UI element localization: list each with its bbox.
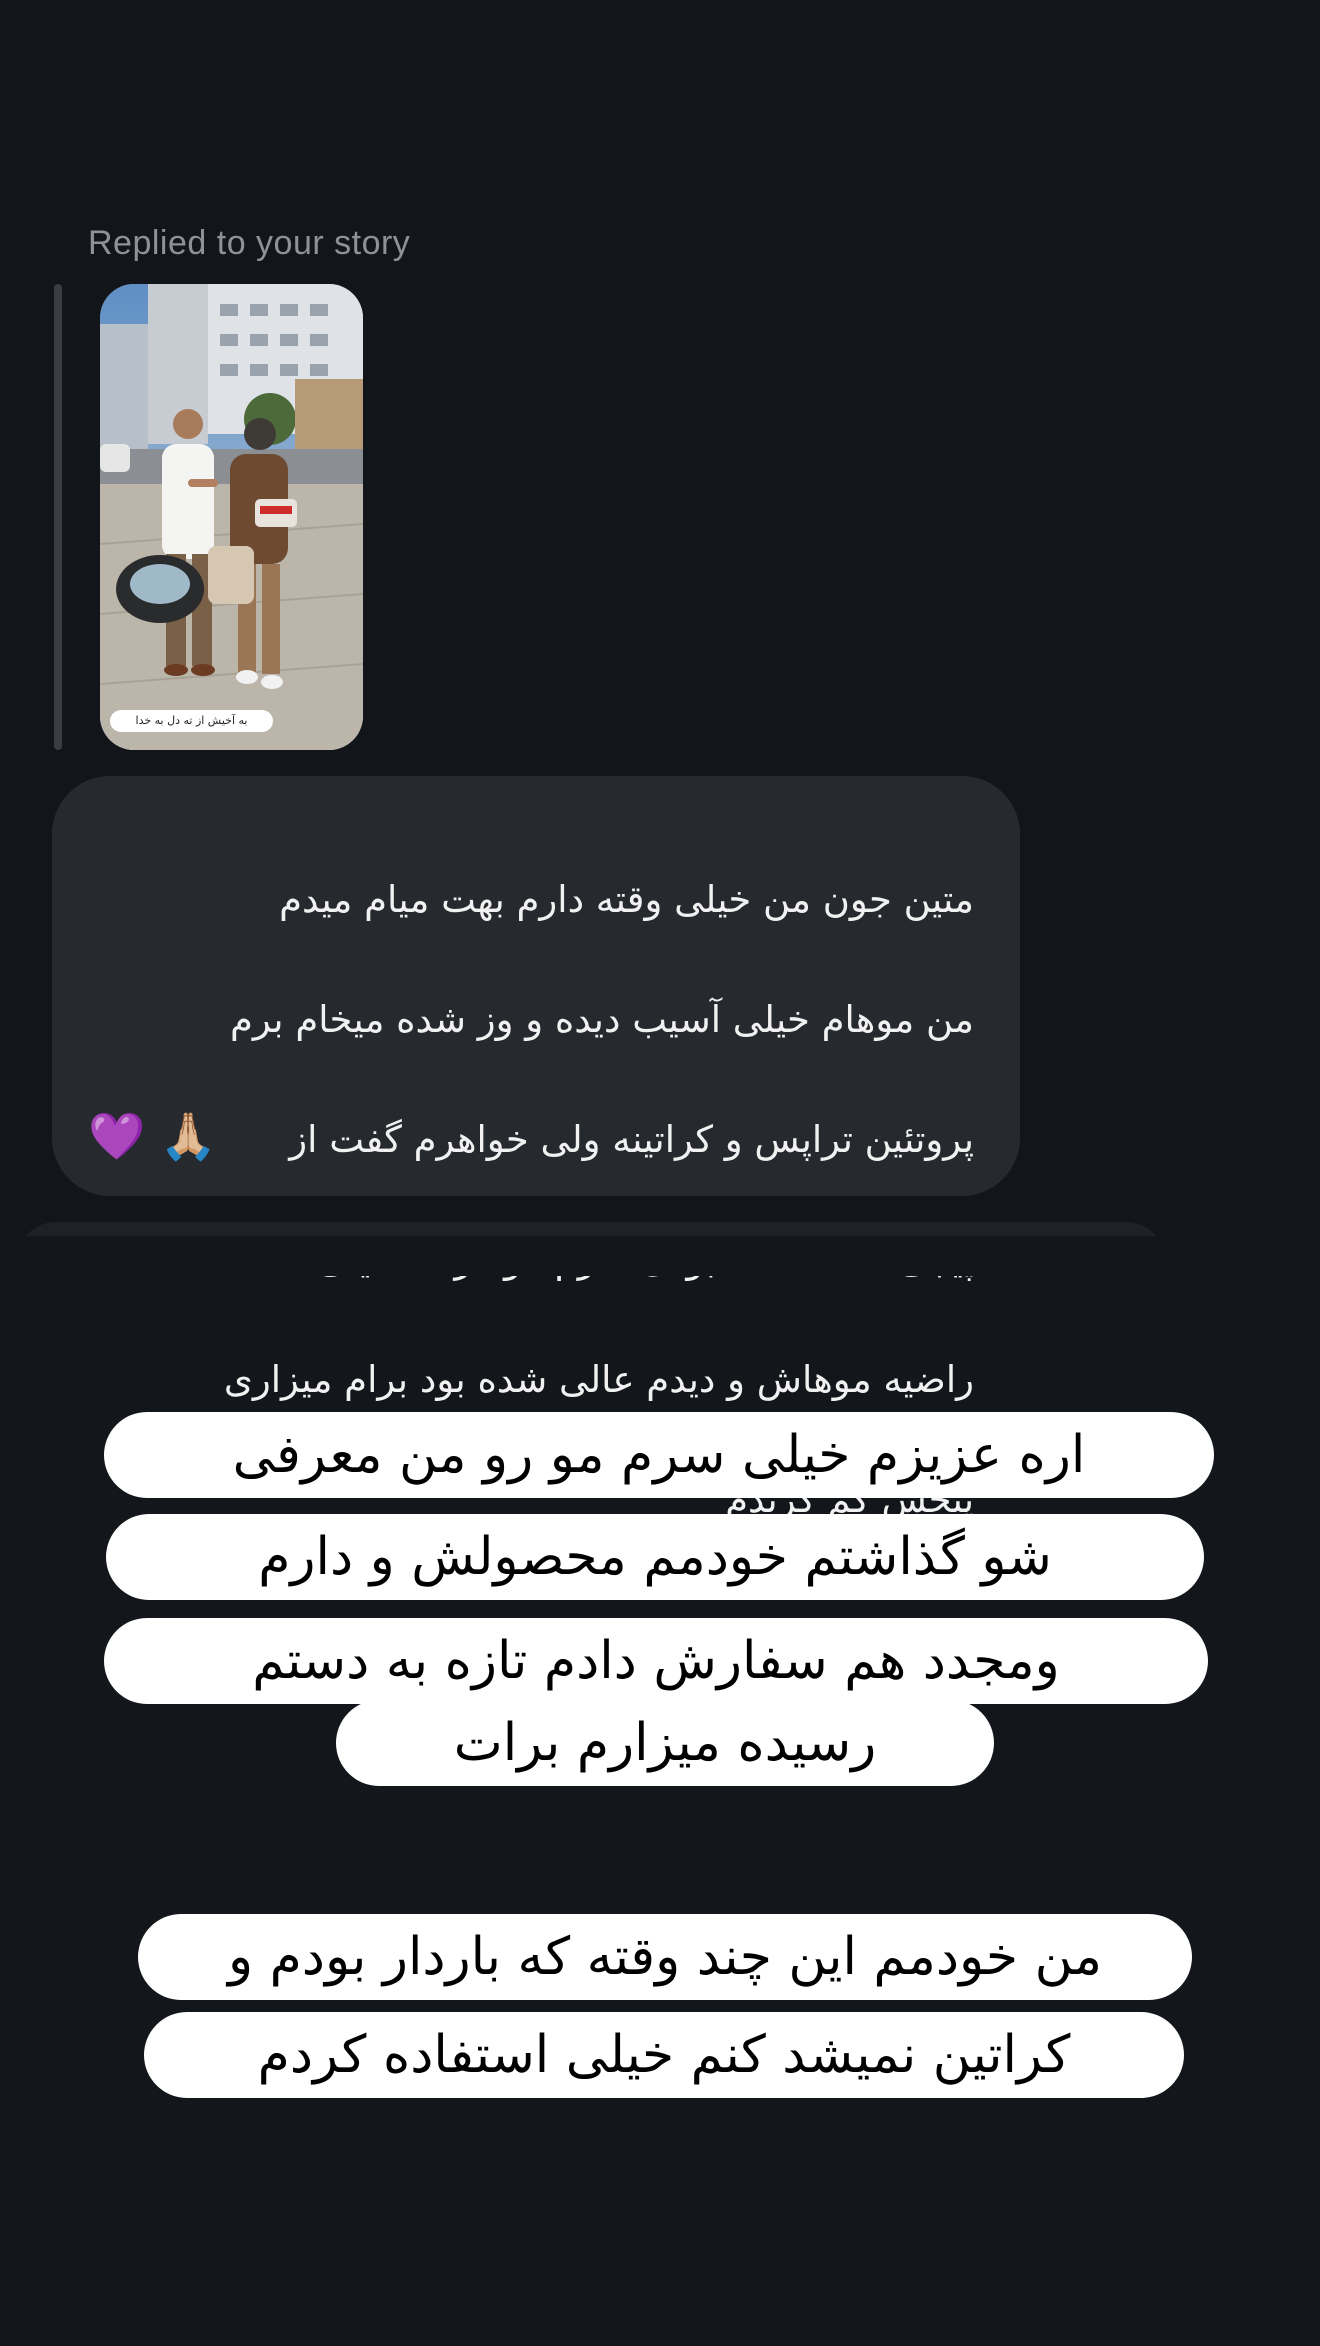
story-sticker: به آخیش از ته دل به خدا [110, 710, 273, 732]
reply-indicator-bar [54, 284, 62, 750]
overlay-text-line: اره عزیزم خیلی سرم مو رو من معرفی [104, 1412, 1214, 1498]
overlay-text-line: شو گذاشتم خودمم محصولش و دارم [106, 1514, 1204, 1600]
story-photo-image [100, 284, 363, 750]
overlay-text-line: کراتین نمیشد کنم خیلی استفاده کردم [144, 2012, 1184, 2098]
message-line: متین جون من خیلی وقته دارم بهت میام میدم [279, 878, 974, 921]
screenshot-edge [0, 1236, 1320, 1276]
dm-screenshot: Replied to your story به آخیش از ته دل ب… [8, 0, 1194, 1521]
message-line: پروتئین تراپس و کراتینه ولی خواهرم گفت ا… [289, 1118, 974, 1161]
heart-pray-emoji: 💜 🙏🏼 [88, 1109, 218, 1163]
overlay-text-line: من خودمم این چند وقته که باردار بودم و [138, 1914, 1192, 2000]
message-bubble[interactable]: متین جون من خیلی وقته دارم بهت میام میدم… [52, 776, 1020, 1521]
story-thumbnail[interactable]: به آخیش از ته دل به خدا [100, 284, 363, 750]
replied-to-story-label: Replied to your story [88, 224, 411, 262]
overlay-text-line: رسیده میزارم برات [336, 1700, 994, 1786]
message-line: راضیه موهاش و دیدم عالی شده بود برام میز… [223, 1358, 974, 1401]
overlay-text-line: ومجدد هم سفارش دادم تازه به دستم [104, 1618, 1208, 1704]
message-line: من موهام خیلی آسیب دیده و وز شده میخام ب… [229, 998, 974, 1041]
